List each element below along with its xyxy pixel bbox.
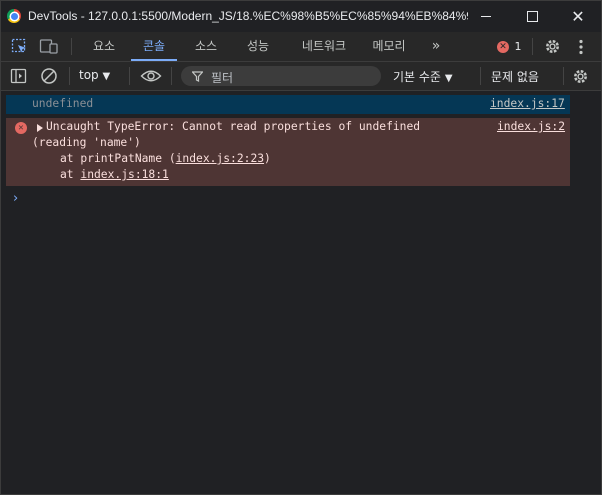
panel-tab-bar: 요소 콘솔 소스 성능 네트워크 메모리 » ✕ 1 xyxy=(1,32,601,62)
stack-frame-1-link[interactable]: index.js:2:23 xyxy=(176,152,264,165)
error-line-1: Uncaught TypeError: Cannot read properti… xyxy=(46,120,421,133)
console-toolbar: top ▼ 필터 기본 수준 ▼ 문제 없음 xyxy=(1,62,601,91)
toolbar-separator xyxy=(480,67,481,85)
filter-funnel-icon xyxy=(192,71,203,82)
error-line-2: (reading 'name') xyxy=(32,136,141,149)
console-prompt[interactable]: › xyxy=(13,191,18,206)
console-settings-gear-icon[interactable] xyxy=(572,68,589,85)
live-expression-eye-icon[interactable] xyxy=(140,69,162,83)
log-text: undefined xyxy=(32,97,94,110)
window-title: DevTools - 127.0.0.1:5500/Modern_JS/18.%… xyxy=(28,9,468,23)
log-levels-label: 기본 수준 xyxy=(393,70,441,84)
log-levels-dropdown[interactable]: 기본 수준 ▼ xyxy=(393,68,453,85)
context-selector-label: top xyxy=(79,68,99,82)
issues-counter[interactable]: 문제 없음 xyxy=(491,68,539,85)
filter-input[interactable]: 필터 xyxy=(181,66,381,86)
more-tabs-button[interactable]: » xyxy=(425,32,447,61)
tab-separator xyxy=(71,38,72,55)
clear-console-icon[interactable] xyxy=(40,67,58,85)
console-log-message: undefined index.js:17 xyxy=(6,95,570,114)
expand-triangle-icon[interactable] xyxy=(37,124,43,132)
toolbar-separator xyxy=(171,67,172,85)
close-icon: ✕ xyxy=(571,6,585,26)
toolbar-separator xyxy=(129,67,130,85)
dropdown-arrow-icon: ▼ xyxy=(102,71,111,82)
inspect-element-icon[interactable] xyxy=(11,38,28,55)
sidebar-toggle-icon[interactable] xyxy=(10,68,27,84)
stack-frame-1-suffix: ) xyxy=(264,152,271,165)
error-icon: ✕ xyxy=(15,122,27,134)
tab-sources[interactable]: 소스 xyxy=(185,32,227,61)
log-source-link[interactable]: index.js:17 xyxy=(490,97,565,110)
tab-elements[interactable]: 요소 xyxy=(83,32,125,61)
toolbar-separator xyxy=(69,67,70,85)
title-bar: DevTools - 127.0.0.1:5500/Modern_JS/18.%… xyxy=(1,1,601,32)
tab-performance[interactable]: 성능 xyxy=(237,32,279,61)
devtools-window: DevTools - 127.0.0.1:5500/Modern_JS/18.%… xyxy=(0,0,602,495)
tab-console[interactable]: 콘솔 xyxy=(131,32,177,61)
stack-frame-2-link[interactable]: index.js:18:1 xyxy=(80,168,168,181)
minimize-icon xyxy=(481,16,491,17)
settings-gear-icon[interactable] xyxy=(544,38,561,55)
kebab-menu-icon[interactable] xyxy=(578,39,584,55)
stack-frame-2: at index.js:18:1 xyxy=(60,168,169,181)
stack-frame-2-prefix: at xyxy=(60,168,81,181)
dropdown-arrow-icon: ▼ xyxy=(444,73,453,84)
toolbar-separator xyxy=(563,67,564,85)
tab-network[interactable]: 네트워크 xyxy=(289,32,359,61)
error-source-link[interactable]: index.js:2 xyxy=(497,120,565,133)
error-count-icon[interactable]: ✕ xyxy=(497,41,509,53)
error-count[interactable]: 1 xyxy=(511,32,525,61)
context-selector[interactable]: top ▼ xyxy=(79,68,110,82)
console-error-message: ✕ Uncaught TypeError: Cannot read proper… xyxy=(6,118,570,186)
device-toolbar-icon[interactable] xyxy=(39,38,59,55)
tab-separator xyxy=(532,38,533,55)
maximize-button[interactable] xyxy=(509,1,555,32)
stack-frame-1: at printPatName (index.js:2:23) xyxy=(60,152,271,165)
chrome-logo-icon xyxy=(7,9,21,23)
stack-frame-1-prefix: at printPatName ( xyxy=(60,152,176,165)
tab-memory[interactable]: 메모리 xyxy=(367,32,411,61)
minimize-button[interactable] xyxy=(463,1,509,32)
close-button[interactable]: ✕ xyxy=(555,1,601,32)
filter-placeholder: 필터 xyxy=(211,71,234,85)
maximize-icon xyxy=(526,11,538,22)
